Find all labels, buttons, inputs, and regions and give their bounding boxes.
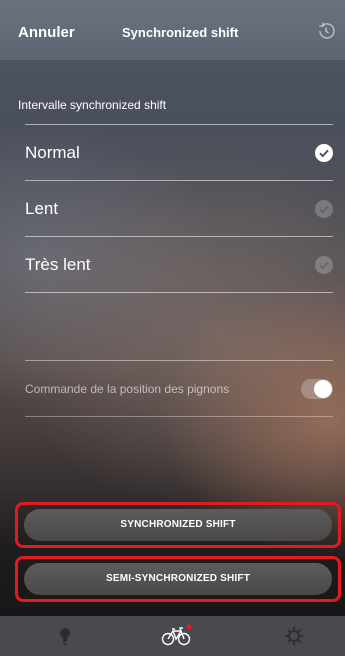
option-label: Lent — [25, 199, 59, 218]
sprocket-control-label: Commande de la position des pignons — [25, 382, 230, 396]
highlight-frame: SEMI-SYNCHRONIZED SHIFT — [15, 556, 341, 602]
tab-settings[interactable] — [281, 624, 307, 648]
gear-icon — [285, 627, 303, 645]
option-normal[interactable]: Normal — [25, 130, 333, 178]
check-icon-graphic — [315, 200, 333, 218]
divider — [25, 124, 333, 125]
history-icon-graphic — [319, 22, 335, 39]
check-icon — [315, 144, 333, 162]
screen: Annuler Synchronized shift Intervalle sy… — [0, 0, 345, 656]
page-title: Synchronized shift — [122, 25, 239, 40]
divider — [25, 416, 333, 417]
synchronized-shift-button[interactable]: SYNCHRONIZED SHIFT — [24, 509, 332, 541]
cancel-button[interactable]: Annuler — [18, 24, 75, 41]
tab-light[interactable] — [52, 624, 78, 648]
divider — [25, 292, 333, 293]
highlight-frame: SYNCHRONIZED SHIFT — [15, 502, 341, 548]
divider — [25, 236, 333, 237]
option-label: Normal — [25, 143, 80, 162]
semi-synchronized-shift-button[interactable]: SEMI-SYNCHRONIZED SHIFT — [24, 563, 332, 595]
check-icon — [315, 256, 333, 274]
tab-bike[interactable] — [160, 624, 194, 648]
tab-bar — [0, 616, 345, 656]
sprocket-control-toggle[interactable] — [301, 379, 333, 399]
check-icon-graphic — [315, 144, 333, 162]
bike-icon — [161, 624, 192, 646]
divider — [25, 360, 333, 361]
option-label: Très lent — [25, 255, 91, 274]
option-lent[interactable]: Lent — [25, 186, 333, 234]
history-icon[interactable] — [315, 20, 337, 42]
check-icon — [315, 200, 333, 218]
check-icon-graphic — [315, 256, 333, 274]
nav-header: Annuler Synchronized shift — [0, 0, 345, 60]
divider — [25, 180, 333, 181]
option-tres-lent[interactable]: Très lent — [25, 242, 333, 290]
toggle-knob — [314, 380, 332, 398]
sprocket-control-row: Commande de la position des pignons — [25, 370, 333, 410]
bulb-icon — [60, 628, 70, 645]
section-label: Intervalle synchronized shift — [18, 98, 167, 112]
